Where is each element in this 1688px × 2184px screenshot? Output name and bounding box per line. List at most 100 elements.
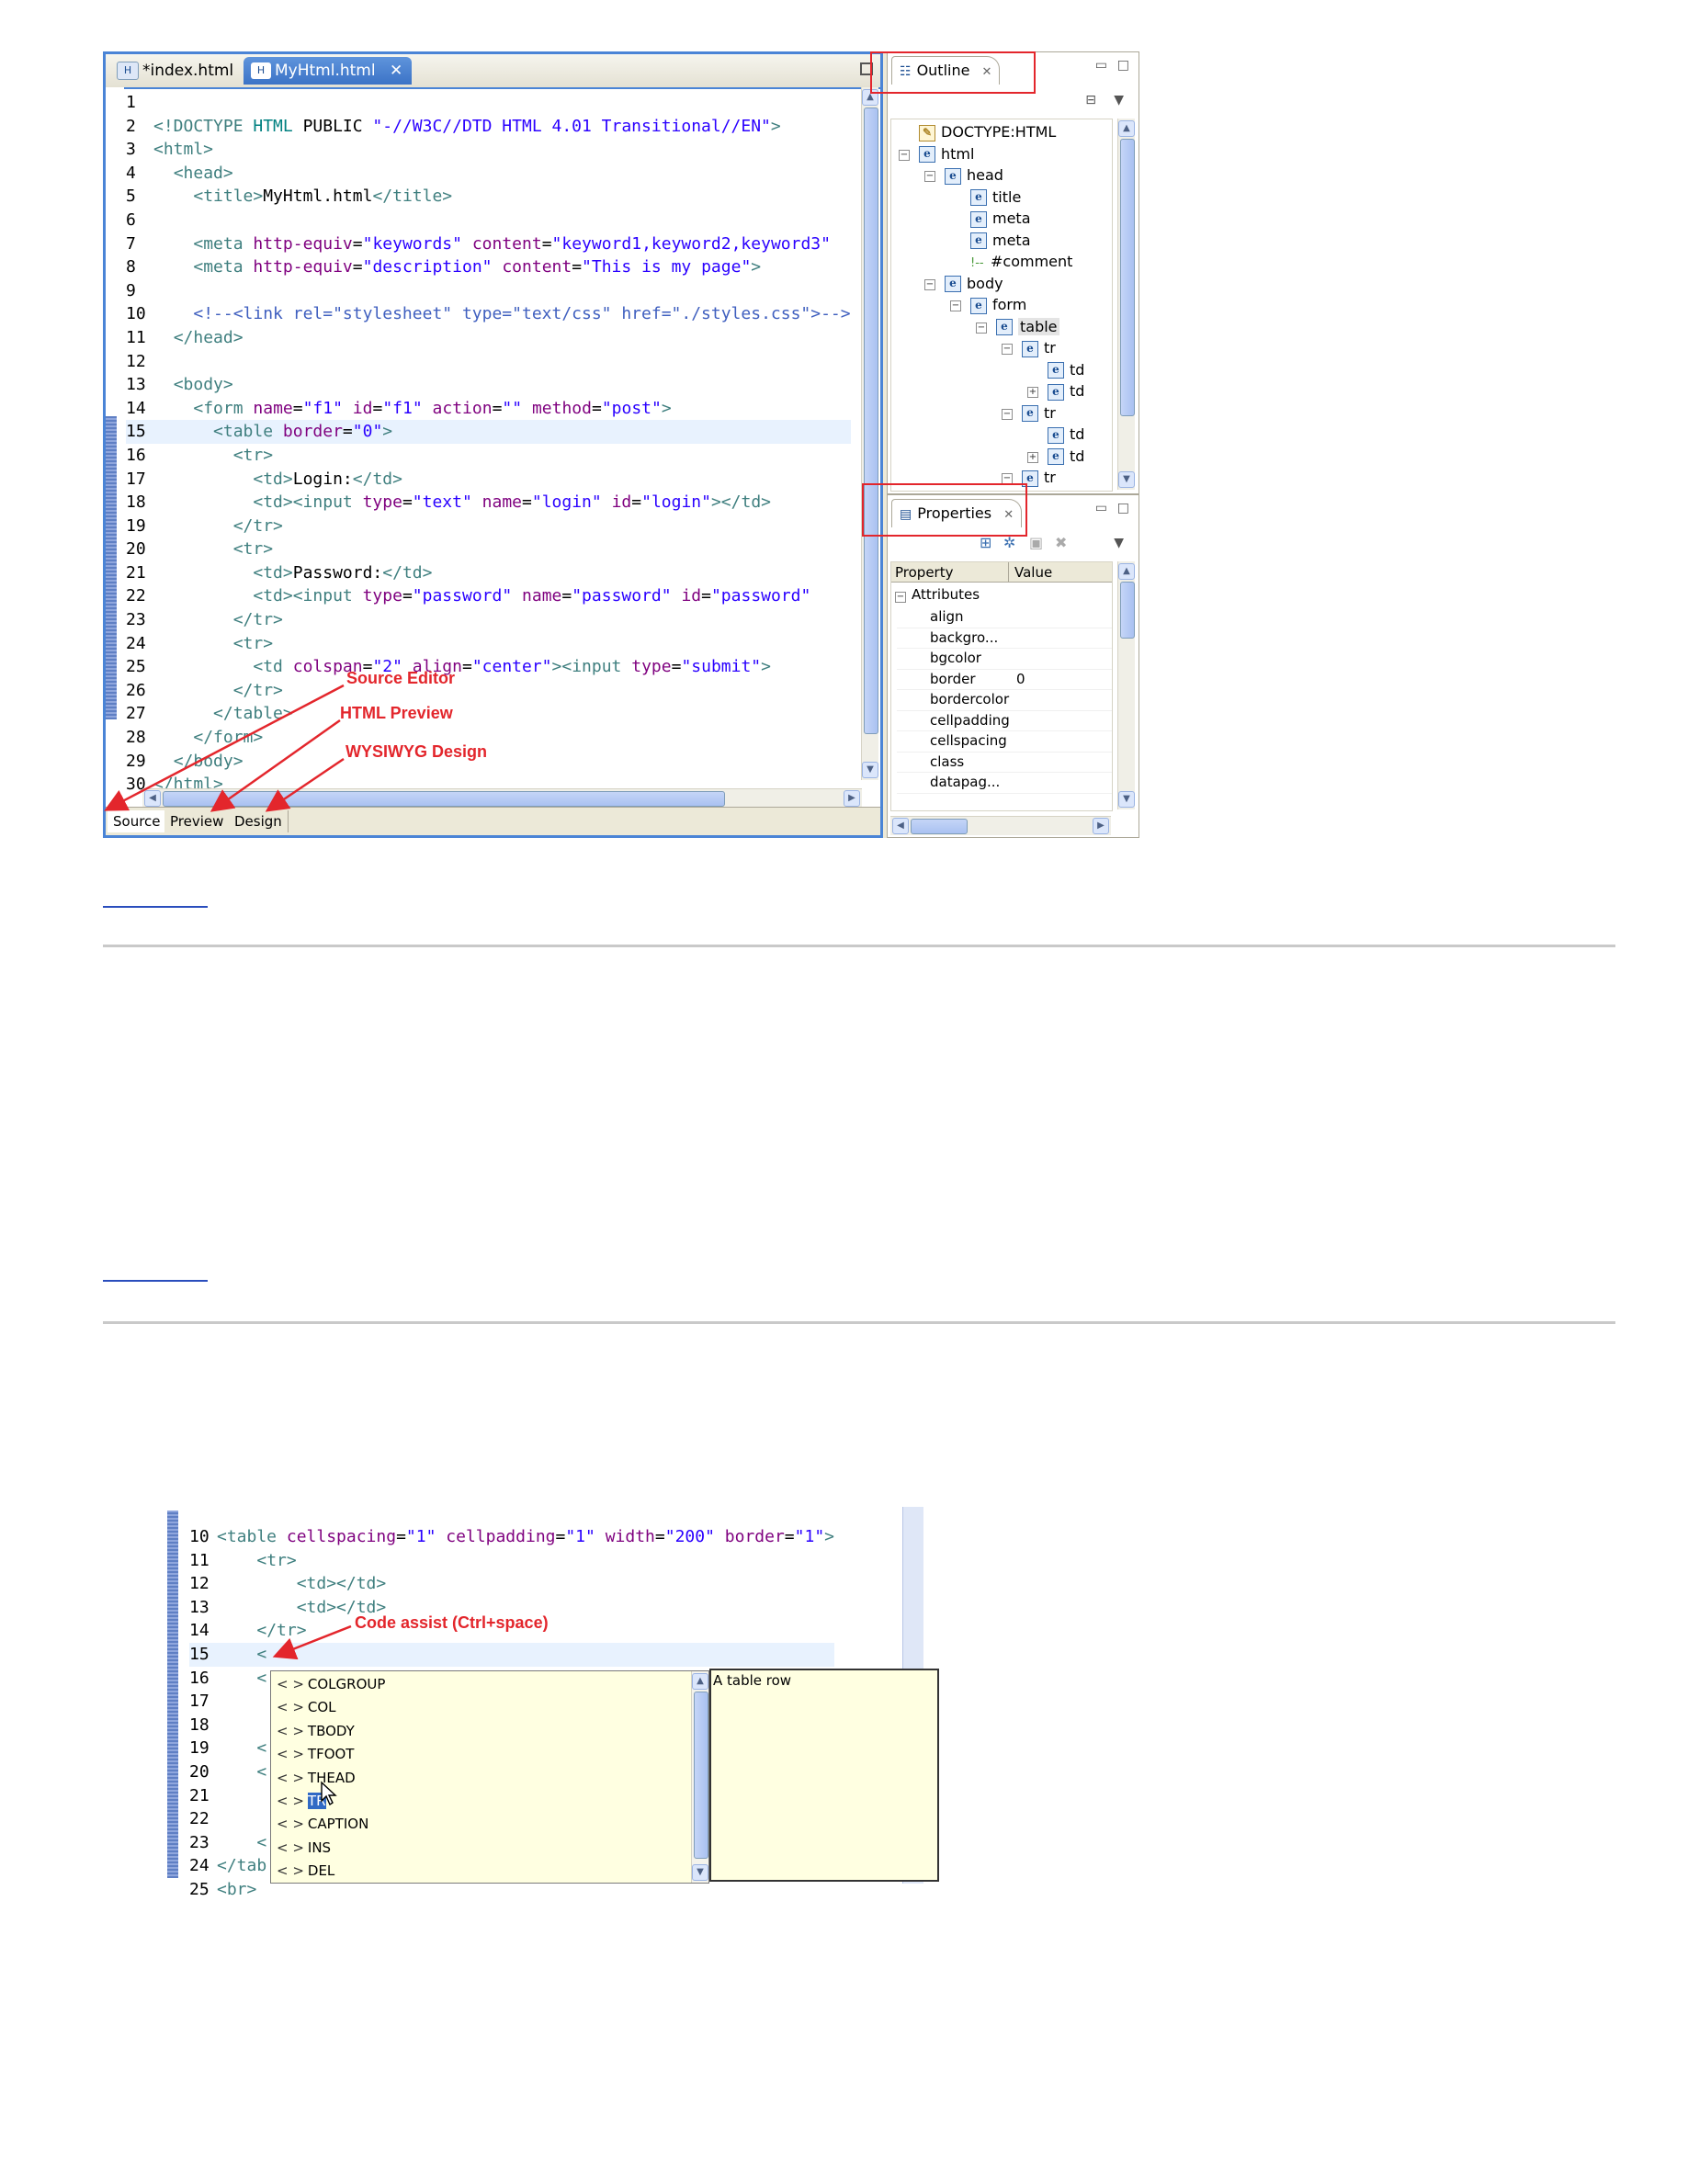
collapse-icon[interactable]: − xyxy=(899,149,910,161)
property-value[interactable]: 0 xyxy=(1009,669,1025,690)
element-icon: e xyxy=(1048,383,1064,401)
properties-hscrollbar[interactable]: ◀ ▶ xyxy=(890,816,1111,835)
scroll-up-icon[interactable]: ▲ xyxy=(1118,120,1135,137)
scroll-right-icon[interactable]: ▶ xyxy=(1093,818,1109,834)
expand-icon[interactable]: + xyxy=(1027,451,1038,463)
view-menu-icon[interactable]: ▼ xyxy=(1114,93,1124,108)
property-row[interactable]: bgcolor xyxy=(897,648,1112,670)
collapse-icon[interactable]: − xyxy=(976,322,987,334)
property-row[interactable]: class xyxy=(897,752,1112,773)
completion-proposal[interactable]: < > TFOOT xyxy=(277,1743,354,1766)
completion-proposal[interactable]: < > TBODY xyxy=(277,1720,355,1743)
tag-icon: < > xyxy=(277,1746,304,1763)
scrollbar-thumb[interactable] xyxy=(1120,582,1135,639)
tree-node-td[interactable]: e td xyxy=(1048,380,1084,402)
tree-node-table[interactable]: e table xyxy=(996,316,1059,338)
completion-proposal[interactable]: < > THEAD xyxy=(277,1767,356,1790)
scroll-left-icon[interactable]: ◀ xyxy=(892,818,909,834)
property-name: class xyxy=(930,753,965,770)
tree-node-tr[interactable]: e tr xyxy=(1022,402,1056,424)
outline-highlight xyxy=(870,51,1036,94)
scroll-down-icon[interactable]: ▼ xyxy=(1118,471,1135,488)
completion-proposal[interactable]: < > COL xyxy=(277,1696,336,1719)
element-icon: e xyxy=(970,210,987,228)
scroll-up-icon[interactable]: ▲ xyxy=(1118,563,1135,580)
collapse-all-icon[interactable]: ⊟ xyxy=(1085,93,1096,108)
outline-tree: ✎ DOCTYPE:HTML − e html − e head e title e meta e met… xyxy=(890,119,1113,492)
view-menu-icon[interactable]: ▼ xyxy=(1114,536,1124,550)
outline-scrollbar[interactable]: ▲ ▼ xyxy=(1117,119,1135,490)
element-icon: e xyxy=(970,297,987,314)
column-header-value[interactable]: Value xyxy=(1009,562,1112,583)
scrollbar-thumb[interactable] xyxy=(1120,139,1135,416)
link-underline[interactable] xyxy=(103,1280,208,1282)
element-icon: e xyxy=(1048,448,1064,465)
tree-node-label: title xyxy=(992,187,1022,206)
tree-node--comment[interactable]: !-- #comment xyxy=(970,251,1072,273)
collapse-icon[interactable]: − xyxy=(924,278,935,290)
scrollbar-thumb[interactable] xyxy=(694,1692,708,1859)
minimize-icon[interactable]: ▭ xyxy=(1095,58,1107,73)
completion-proposal[interactable]: < > TR xyxy=(277,1790,326,1813)
tree-node-form[interactable]: e form xyxy=(970,294,1026,316)
column-header-property[interactable]: Property xyxy=(891,562,1009,583)
tree-node-meta[interactable]: e meta xyxy=(970,208,1031,230)
maximize-icon[interactable]: □ xyxy=(1117,58,1129,73)
scroll-up-icon[interactable]: ▲ xyxy=(692,1673,708,1690)
properties-view: ▤ Properties ✕ ▭ □ ⊞ ✲ ▣ ✖ ▼ Property Val… xyxy=(887,494,1139,838)
element-icon: e xyxy=(945,276,961,292)
completion-scrollbar[interactable]: ▲ ▼ xyxy=(691,1671,708,1883)
proposal-label: TFOOT xyxy=(307,1746,355,1763)
properties-highlight xyxy=(862,483,1027,537)
property-row[interactable]: align xyxy=(897,606,1112,628)
properties-scrollbar[interactable]: ▲ ▼ xyxy=(1117,561,1135,809)
tree-node-doctype-html[interactable]: ✎ DOCTYPE:HTML xyxy=(919,121,1056,143)
scroll-down-icon[interactable]: ▼ xyxy=(692,1864,708,1881)
tree-node-meta[interactable]: e meta xyxy=(970,230,1031,252)
arrow-to-design xyxy=(265,757,345,812)
collapse-icon[interactable]: − xyxy=(1002,344,1013,355)
completion-proposal[interactable]: < > COLGROUP xyxy=(277,1673,385,1696)
tree-node-label: td xyxy=(1070,447,1085,465)
tree-node-tr[interactable]: e tr xyxy=(1022,337,1056,359)
tree-node-td[interactable]: e td xyxy=(1048,359,1084,381)
element-icon: e xyxy=(1022,340,1038,357)
tree-node-label: DOCTYPE:HTML xyxy=(941,123,1057,141)
tree-node-body[interactable]: e body xyxy=(945,273,1003,295)
delete-icon[interactable]: ✖ xyxy=(1055,534,1067,551)
attributes-group[interactable]: − Attributes xyxy=(891,584,980,605)
tree-node-head[interactable]: e head xyxy=(945,164,1003,187)
tree-node-html[interactable]: e html xyxy=(919,143,974,165)
completion-proposal[interactable]: < > CAPTION xyxy=(277,1813,368,1836)
property-row[interactable]: cellspacing xyxy=(897,730,1112,753)
collapse-icon[interactable]: − xyxy=(895,592,906,603)
scroll-down-icon[interactable]: ▼ xyxy=(1118,791,1135,808)
property-row[interactable]: border 0 xyxy=(897,669,1112,690)
expand-icon[interactable]: + xyxy=(1027,387,1038,398)
completion-proposal[interactable]: < > INS xyxy=(277,1837,331,1860)
property-name: cellpadding xyxy=(930,711,1010,729)
link-underline[interactable] xyxy=(103,906,208,908)
proposal-label: INS xyxy=(307,1839,332,1856)
completion-proposal[interactable]: < > DEL xyxy=(277,1860,334,1883)
collapse-icon[interactable]: − xyxy=(950,300,961,311)
comment-icon: !-- xyxy=(970,256,984,270)
restore-default-icon[interactable]: ▣ xyxy=(1029,534,1043,551)
collapse-icon[interactable]: − xyxy=(924,171,935,182)
completion-popup[interactable]: ▲ ▼ < > COLGROUP < > COL < > TBODY < > TFOOT < >… xyxy=(270,1670,709,1884)
maximize-icon[interactable]: □ xyxy=(1117,501,1129,515)
tree-node-td[interactable]: e td xyxy=(1048,446,1084,468)
property-row[interactable]: bordercolor xyxy=(897,689,1112,711)
property-row[interactable]: cellpadding xyxy=(897,710,1112,731)
tree-node-label: td xyxy=(1070,360,1085,379)
collapse-icon[interactable]: − xyxy=(1002,408,1013,420)
property-row[interactable]: backgro... xyxy=(897,628,1112,649)
minimize-icon[interactable]: ▭ xyxy=(1095,501,1107,515)
tree-node-td[interactable]: e td xyxy=(1048,424,1084,446)
tree-node-title[interactable]: e title xyxy=(970,187,1021,209)
ide-screenshot: H *index.html H MyHtml.html ✕ 1 2 <!DOCTYPE … xyxy=(103,51,1139,838)
property-row[interactable]: datapag... xyxy=(897,772,1112,794)
scrollbar-thumb[interactable] xyxy=(911,819,968,834)
tree-node-label: meta xyxy=(992,209,1031,227)
arrow-to-preview xyxy=(210,719,341,812)
